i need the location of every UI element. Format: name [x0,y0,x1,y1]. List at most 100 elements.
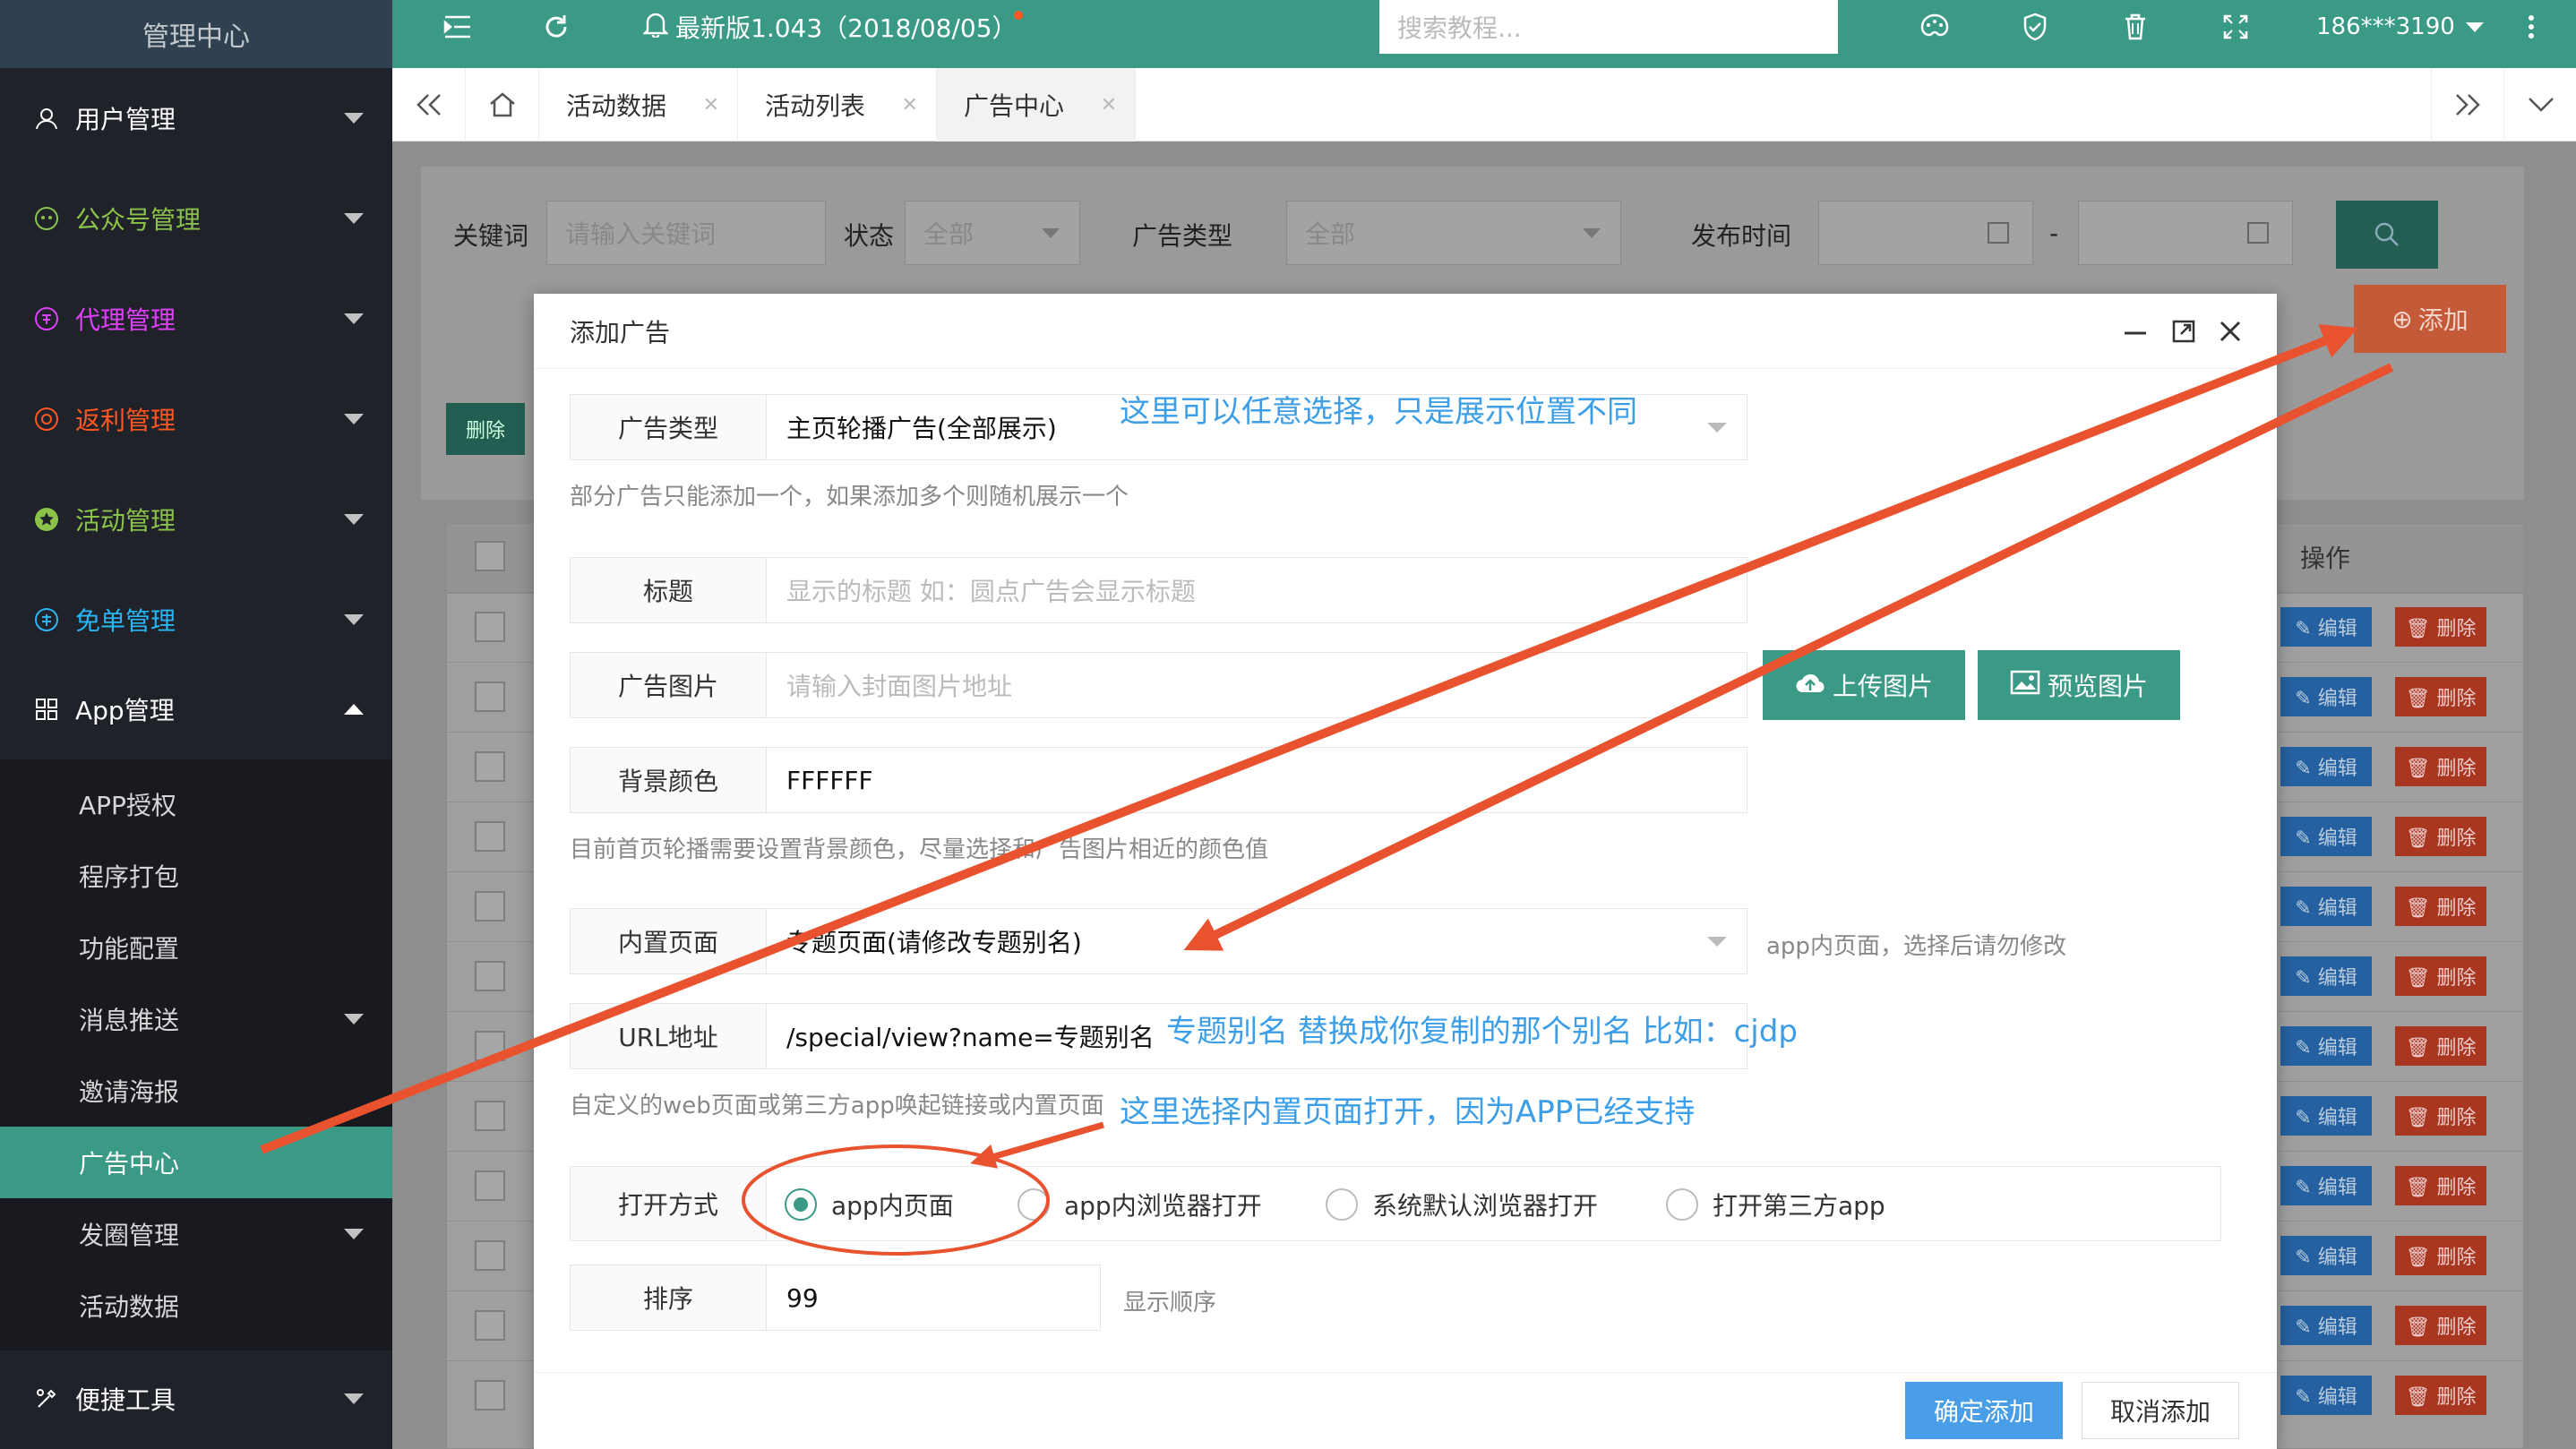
sidebar-item-app[interactable]: App管理 [0,659,392,759]
tab-scroll-right-icon[interactable] [2431,68,2504,141]
edit-button[interactable]: ✎ 编辑 [2280,607,2372,647]
bg-color-input[interactable]: FFFFFF [766,747,1747,813]
submenu-item-packaging[interactable]: 程序打包 [0,840,392,912]
chevron-down-icon [1583,228,1601,238]
delete-button[interactable]: 🗑 删除 [2395,956,2486,996]
edit-button[interactable]: ✎ 编辑 [2280,817,2372,856]
row-checkbox[interactable] [475,1240,505,1271]
tab-ad-center[interactable]: 广告中心 ✕ [937,68,1136,141]
delete-button[interactable]: 🗑 删除 [2395,1306,2486,1345]
delete-button[interactable]: 🗑 删除 [2395,747,2486,786]
home-icon[interactable] [466,68,539,141]
sidebar-item-activity[interactable]: 活动管理 [0,469,392,570]
row-checkbox[interactable] [475,961,505,991]
menu-toggle-icon[interactable] [435,0,480,54]
row-checkbox[interactable] [475,821,505,852]
delete-button[interactable]: 🗑 删除 [2395,887,2486,926]
edit-button[interactable]: ✎ 编辑 [2280,747,2372,786]
cancel-add-button[interactable]: 取消添加 [2082,1382,2239,1439]
search-input[interactable]: 搜索教程... [1379,0,1838,54]
image-url-input[interactable]: 请输入封面图片地址 [766,652,1747,718]
select-all-checkbox[interactable] [475,541,505,571]
close-icon[interactable]: ✕ [703,94,719,116]
tab-activity-data[interactable]: 活动数据 ✕ [539,68,738,141]
radio-app-browser[interactable]: app内浏览器打开 [1018,1167,1262,1242]
delete-button[interactable]: 🗑 删除 [2395,1376,2486,1415]
keyword-input[interactable]: 请输入关键词 [546,201,826,265]
edit-button[interactable]: ✎ 编辑 [2280,1376,2372,1415]
confirm-add-button[interactable]: 确定添加 [1905,1382,2063,1439]
submenu-item-config[interactable]: 功能配置 [0,912,392,983]
shield-icon[interactable] [2012,0,2058,54]
delete-button[interactable]: 🗑 删除 [2395,817,2486,856]
sidebar-item-free[interactable]: 免单管理 [0,570,392,670]
batch-delete-button[interactable]: 删除 [446,403,525,455]
sidebar-item-wechat[interactable]: 公众号管理 [0,168,392,269]
submenu-item-poster[interactable]: 邀请海报 [0,1055,392,1127]
edit-button[interactable]: ✎ 编辑 [2280,1026,2372,1066]
delete-button[interactable]: 🗑 删除 [2395,677,2486,716]
sidebar-item-rebate[interactable]: 返利管理 [0,369,392,469]
delete-button[interactable]: 🗑 删除 [2395,1026,2486,1066]
sidebar-item-agent[interactable]: 代理管理 [0,269,392,369]
more-vertical-icon[interactable] [2513,0,2549,54]
user-menu[interactable]: 186***3190 [2316,0,2484,54]
delete-button[interactable]: 🗑 删除 [2395,607,2486,647]
radio-system-browser[interactable]: 系统默认浏览器打开 [1326,1167,1598,1242]
edit-button[interactable]: ✎ 编辑 [2280,677,2372,716]
upload-image-button[interactable]: 上传图片 [1763,650,1965,720]
builtin-page-dropdown[interactable]: 专题页面(请修改专题别名) [766,908,1747,974]
close-icon[interactable]: ✕ [1101,94,1117,116]
edit-button[interactable]: ✎ 编辑 [2280,887,2372,926]
edit-button[interactable]: ✎ 编辑 [2280,1096,2372,1136]
date-start-input[interactable] [1818,201,2033,265]
row-checkbox[interactable] [475,1380,505,1410]
edit-button[interactable]: ✎ 编辑 [2280,956,2372,996]
radio-third-party-app[interactable]: 打开第三方app [1666,1167,1885,1242]
version-notice[interactable]: 最新版1.043（2018/08/05） [641,0,1018,54]
row-checkbox[interactable] [475,1101,505,1131]
sort-input[interactable]: 99 [766,1265,1101,1331]
date-end-input[interactable] [2078,201,2293,265]
row-checkbox[interactable] [475,751,505,782]
submenu-item-activity-data[interactable]: 活动数据 [0,1270,392,1342]
close-icon[interactable]: ✕ [902,94,918,116]
preview-image-button[interactable]: 预览图片 [1978,650,2180,720]
ad-type-select[interactable]: 全部 [1286,201,1621,265]
sidebar-item-users[interactable]: 用户管理 [0,68,392,168]
delete-button[interactable]: 🗑 删除 [2395,1096,2486,1136]
sidebar-item-tools[interactable]: 便捷工具 [0,1349,392,1449]
trash-icon[interactable] [2112,0,2159,54]
delete-button[interactable]: 🗑 删除 [2395,1166,2486,1205]
submenu-item-ad-center[interactable]: 广告中心 [0,1127,392,1198]
user-icon [32,104,61,133]
tab-menu-chevron-icon[interactable] [2504,68,2576,141]
search-button[interactable] [2336,201,2438,269]
theme-icon[interactable] [1911,0,1958,54]
row-checkbox[interactable] [475,612,505,642]
delete-button[interactable]: 🗑 删除 [2395,1236,2486,1275]
tab-scroll-left-icon[interactable] [392,68,466,141]
fullscreen-icon[interactable] [2212,0,2259,54]
row-checkbox[interactable] [475,1031,505,1061]
submenu-item-app-auth[interactable]: APP授权 [0,768,392,840]
title-input[interactable]: 显示的标题 如：圆点广告会显示标题 [766,557,1747,623]
maximize-icon[interactable] [2164,294,2203,369]
edit-button[interactable]: ✎ 编辑 [2280,1306,2372,1345]
submenu-item-moments[interactable]: 发圈管理 [0,1198,392,1270]
status-select[interactable]: 全部 [905,201,1080,265]
edit-button[interactable]: ✎ 编辑 [2280,1166,2372,1205]
close-icon[interactable] [2211,294,2250,369]
radio-app-page[interactable]: app内页面 [785,1167,954,1242]
row-checkbox[interactable] [475,891,505,922]
row-checkbox[interactable] [475,682,505,712]
refresh-icon[interactable] [534,0,579,54]
add-button[interactable]: ⊕ 添加 [2354,285,2506,353]
edit-button[interactable]: ✎ 编辑 [2280,1236,2372,1275]
sidebar-item-label: 公众号管理 [75,205,202,235]
row-checkbox[interactable] [475,1170,505,1201]
row-checkbox[interactable] [475,1310,505,1341]
submenu-item-push[interactable]: 消息推送 [0,983,392,1055]
minimize-icon[interactable] [2116,294,2155,369]
tab-activity-list[interactable]: 活动列表 ✕ [738,68,937,141]
